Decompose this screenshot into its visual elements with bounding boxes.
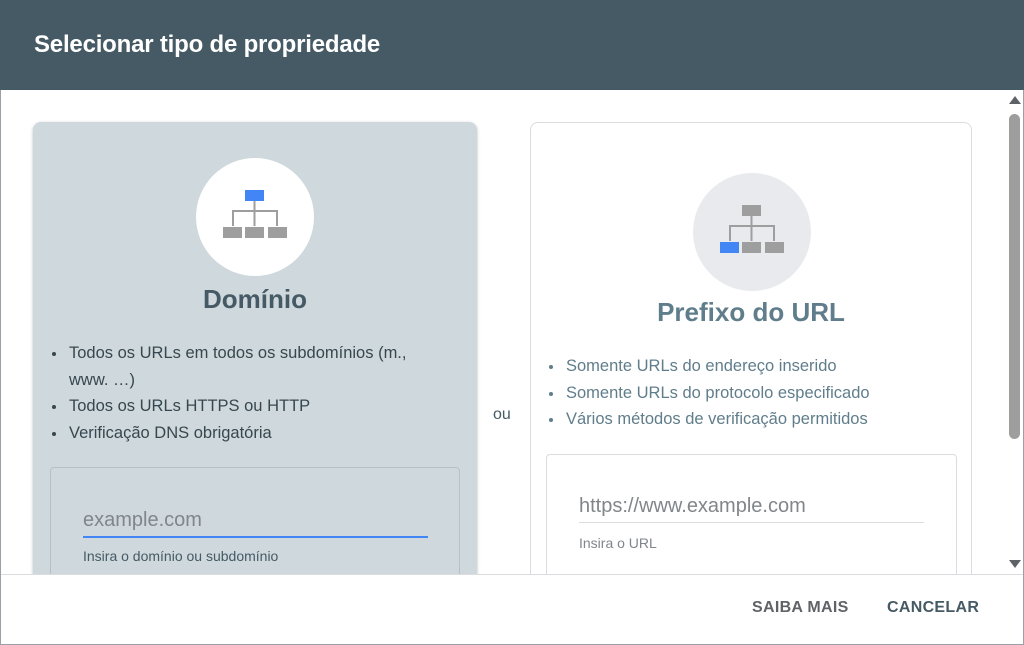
scroll-down-arrow-icon[interactable]: [1009, 560, 1021, 568]
dialog-header: Selecionar tipo de propriedade: [0, 0, 1024, 90]
domain-feature-list: Todos os URLs em todos os subdomínios (m…: [50, 340, 450, 446]
url-prefix-card-title: Prefixo do URL: [657, 297, 845, 327]
url-prefix-card[interactable]: Prefixo do URL Somente URLs do endereço …: [530, 122, 972, 574]
list-item: Todos os URLs HTTPS ou HTTP: [50, 393, 450, 420]
domain-card-title: Domínio: [203, 284, 307, 314]
list-item: Somente URLs do endereço inserido: [547, 353, 947, 380]
domain-input-box: Insira o domínio ou subdomínio: [50, 467, 460, 574]
url-prefix-input-helper: Insira o URL: [579, 535, 657, 551]
scroll-up-arrow-icon[interactable]: [1009, 96, 1021, 104]
url-prefix-input[interactable]: [579, 490, 924, 523]
sitemap-branch-icon: [720, 205, 784, 253]
scroll-thumb[interactable]: [1009, 114, 1020, 439]
cancel-button[interactable]: CANCELAR: [887, 599, 979, 617]
sitemap-root-icon: [223, 190, 287, 238]
domain-card[interactable]: Domínio Todos os URLs em todos os subdom…: [33, 122, 477, 574]
list-item: Verificação DNS obrigatória: [50, 420, 450, 447]
url-prefix-feature-list: Somente URLs do endereço inserido Soment…: [547, 353, 947, 433]
domain-input-helper: Insira o domínio ou subdomínio: [83, 548, 279, 564]
domain-icon-circle: [196, 158, 314, 276]
domain-input[interactable]: [83, 504, 428, 538]
url-prefix-input-box: Insira o URL: [546, 454, 957, 574]
list-item: Todos os URLs em todos os subdomínios (m…: [50, 340, 450, 393]
dialog-title: Selecionar tipo de propriedade: [34, 31, 381, 58]
or-separator: ou: [493, 406, 511, 423]
learn-more-button[interactable]: SAIBA MAIS: [752, 599, 849, 617]
dialog-border-left: [0, 90, 1, 645]
dialog-content: Domínio Todos os URLs em todos os subdom…: [0, 90, 1005, 574]
url-prefix-icon-circle: [693, 173, 811, 291]
list-item: Somente URLs do protocolo especificado: [547, 380, 947, 407]
vertical-scrollbar[interactable]: [1005, 90, 1024, 574]
list-item: Vários métodos de verificação permitidos: [547, 406, 947, 433]
dialog-footer: SAIBA MAIS CANCELAR: [0, 574, 1024, 645]
